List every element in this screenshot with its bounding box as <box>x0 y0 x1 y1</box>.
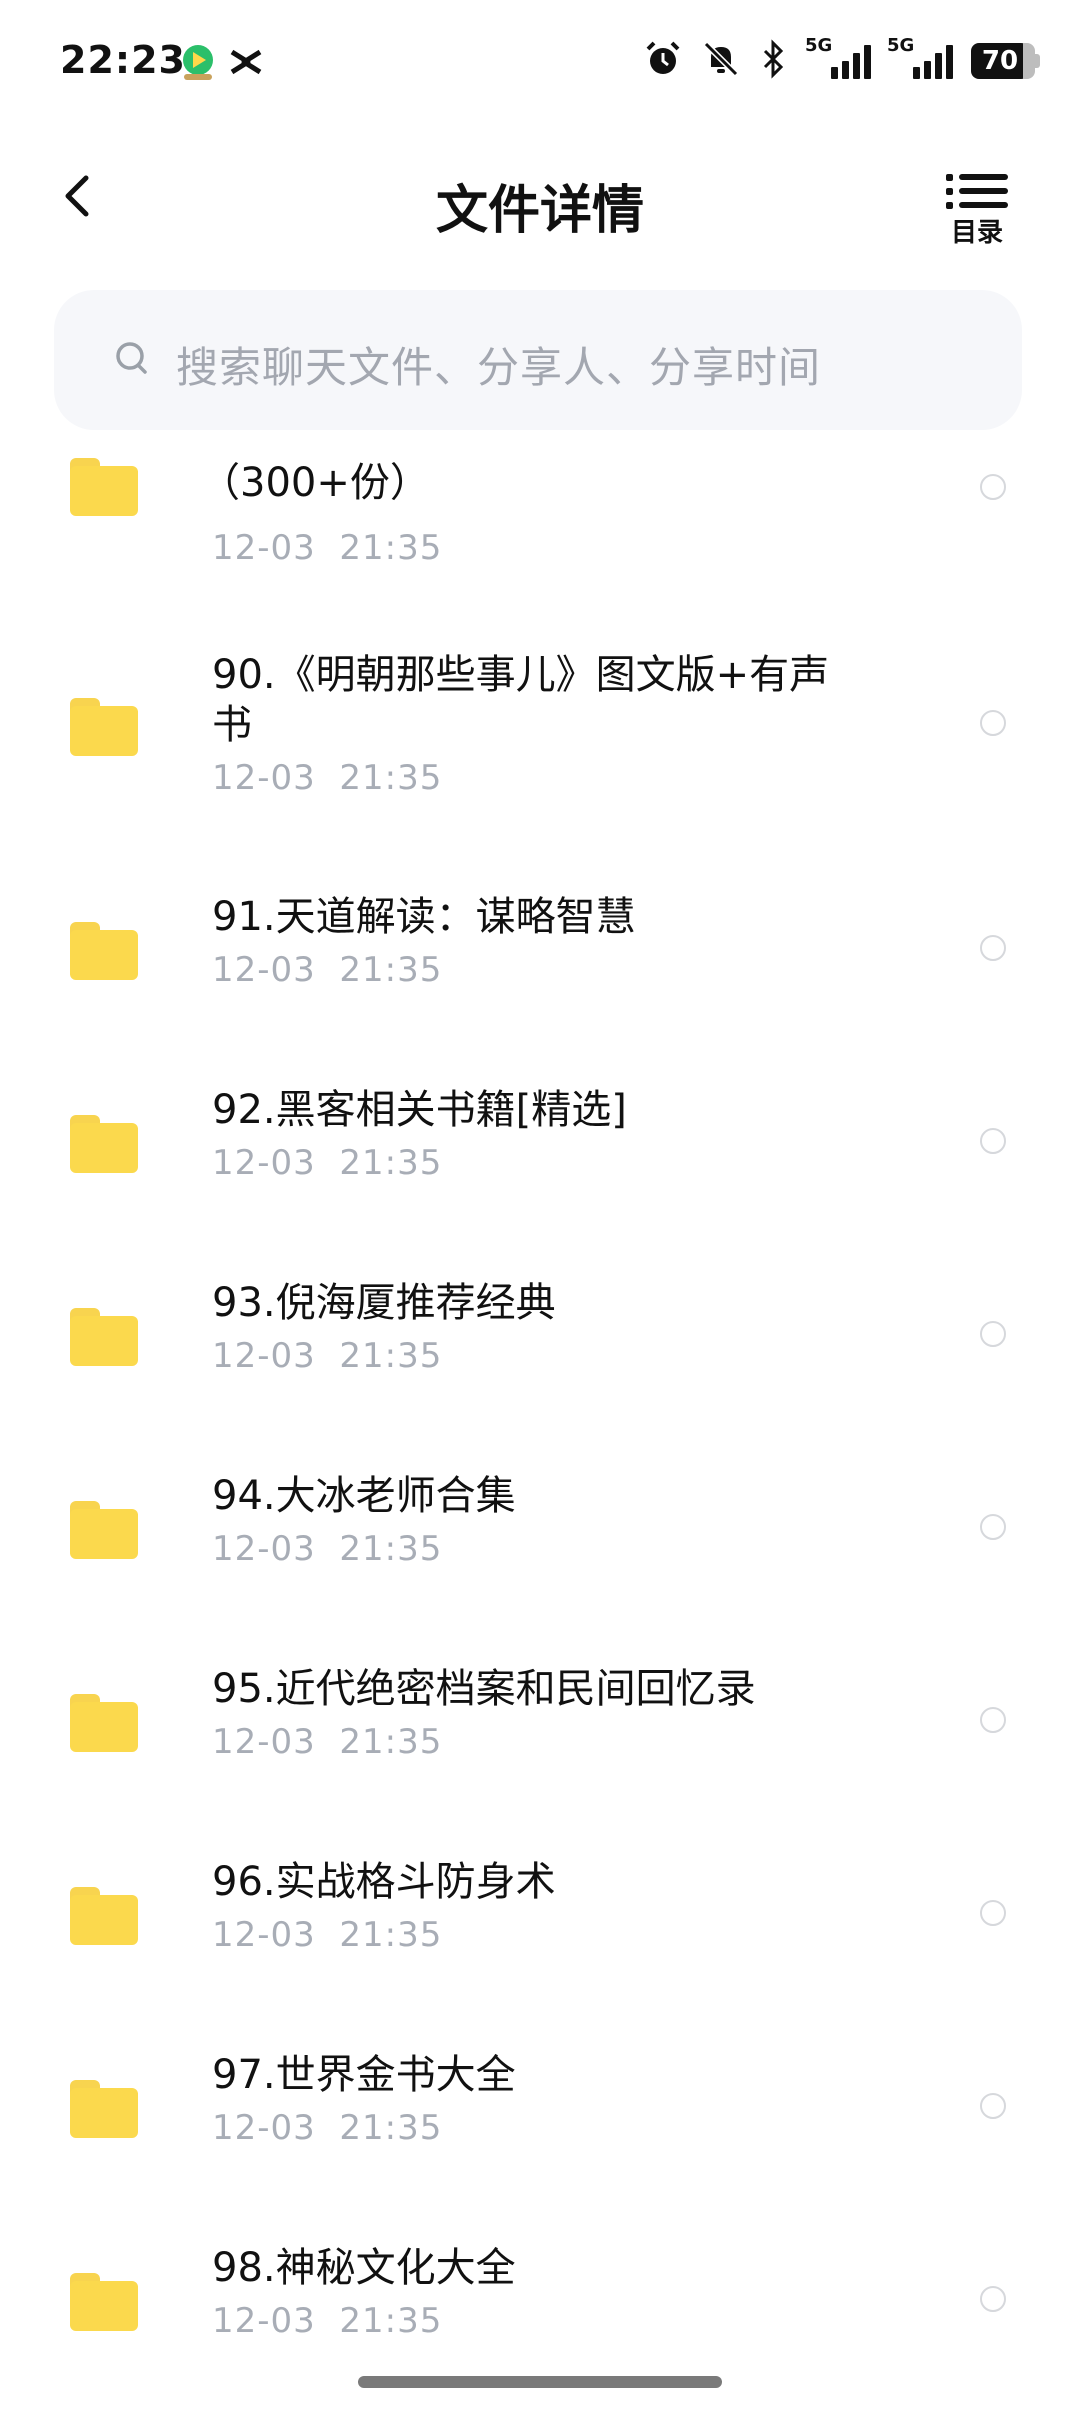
file-name: 93.倪海厦推荐经典 <box>212 1280 556 1326</box>
folder-icon <box>70 1887 138 1945</box>
folder-icon <box>70 1501 138 1559</box>
file-date: 12-03 21:35 <box>212 2108 443 2148</box>
file-date: 12-03 21:35 <box>212 528 443 568</box>
select-radio[interactable] <box>980 1128 1006 1154</box>
video-app-icon <box>178 42 218 82</box>
select-radio[interactable] <box>980 1707 1006 1733</box>
file-name: 96.实战格斗防身术 <box>212 1859 556 1905</box>
select-radio[interactable] <box>980 2286 1006 2312</box>
signal-5g-icon: 5G <box>887 35 953 79</box>
file-list: （300+份） 12-03 21:35 90.《明朝那些事儿》图文版+有声书 1… <box>0 430 1080 2360</box>
file-date: 12-03 21:35 <box>212 758 443 798</box>
battery-level: 70 <box>971 43 1029 79</box>
battery-indicator: 70 <box>971 43 1040 79</box>
select-radio[interactable] <box>980 2093 1006 2119</box>
file-date: 12-03 21:35 <box>212 950 443 990</box>
select-radio[interactable] <box>980 710 1006 736</box>
folder-icon <box>70 2273 138 2331</box>
file-date: 12-03 21:35 <box>212 1529 443 1569</box>
capcut-icon <box>226 42 266 82</box>
folder-icon <box>70 1115 138 1173</box>
file-name: 92.黑客相关书籍[精选] <box>212 1087 627 1133</box>
file-date: 12-03 21:35 <box>212 1915 443 1955</box>
select-radio[interactable] <box>980 1514 1006 1540</box>
status-bar: 22:23 5G 5G 70 <box>0 0 1080 120</box>
status-time: 22:23 <box>60 38 186 82</box>
page-title: 文件详情 <box>435 181 644 241</box>
folder-icon <box>70 458 138 516</box>
search-input[interactable]: 搜索聊天文件、分享人、分享时间 <box>54 290 1022 430</box>
status-icons: 5G 5G 70 <box>643 35 1040 86</box>
file-name: 95.近代绝密档案和民间回忆录 <box>212 1666 756 1712</box>
select-radio[interactable] <box>980 1900 1006 1926</box>
file-name: 97.世界金书大全 <box>212 2052 516 2098</box>
file-name: （300+份） <box>200 460 430 506</box>
signal-5g-icon: 5G <box>805 35 871 79</box>
search-icon <box>112 336 152 384</box>
toc-button[interactable]: 目录 <box>942 170 1012 248</box>
home-indicator[interactable] <box>358 2376 722 2388</box>
folder-icon <box>70 2080 138 2138</box>
header-bar: 文件详情 目录 <box>0 140 1080 260</box>
file-date: 12-03 21:35 <box>212 1336 443 1376</box>
file-name: 94.大冰老师合集 <box>212 1473 516 1519</box>
toc-label: 目录 <box>950 218 1003 248</box>
folder-icon <box>70 1308 138 1366</box>
file-date: 12-03 21:35 <box>212 1722 443 1762</box>
select-radio[interactable] <box>980 935 1006 961</box>
file-name: 98.神秘文化大全 <box>212 2245 516 2291</box>
folder-icon <box>70 922 138 980</box>
folder-icon <box>70 698 138 756</box>
file-date: 12-03 21:35 <box>212 2301 443 2341</box>
file-name: 91.天道解读：谋略智慧 <box>212 894 636 940</box>
mute-icon <box>701 39 741 83</box>
file-name: 90.《明朝那些事儿》图文版+有声书 <box>212 652 830 748</box>
select-radio[interactable] <box>980 474 1006 500</box>
bluetooth-icon <box>759 39 789 83</box>
folder-icon <box>70 1694 138 1752</box>
select-radio[interactable] <box>980 1321 1006 1347</box>
search-placeholder: 搜索聊天文件、分享人、分享时间 <box>176 343 822 392</box>
list-icon <box>946 170 1008 212</box>
alarm-icon <box>643 39 683 83</box>
file-date: 12-03 21:35 <box>212 1143 443 1183</box>
